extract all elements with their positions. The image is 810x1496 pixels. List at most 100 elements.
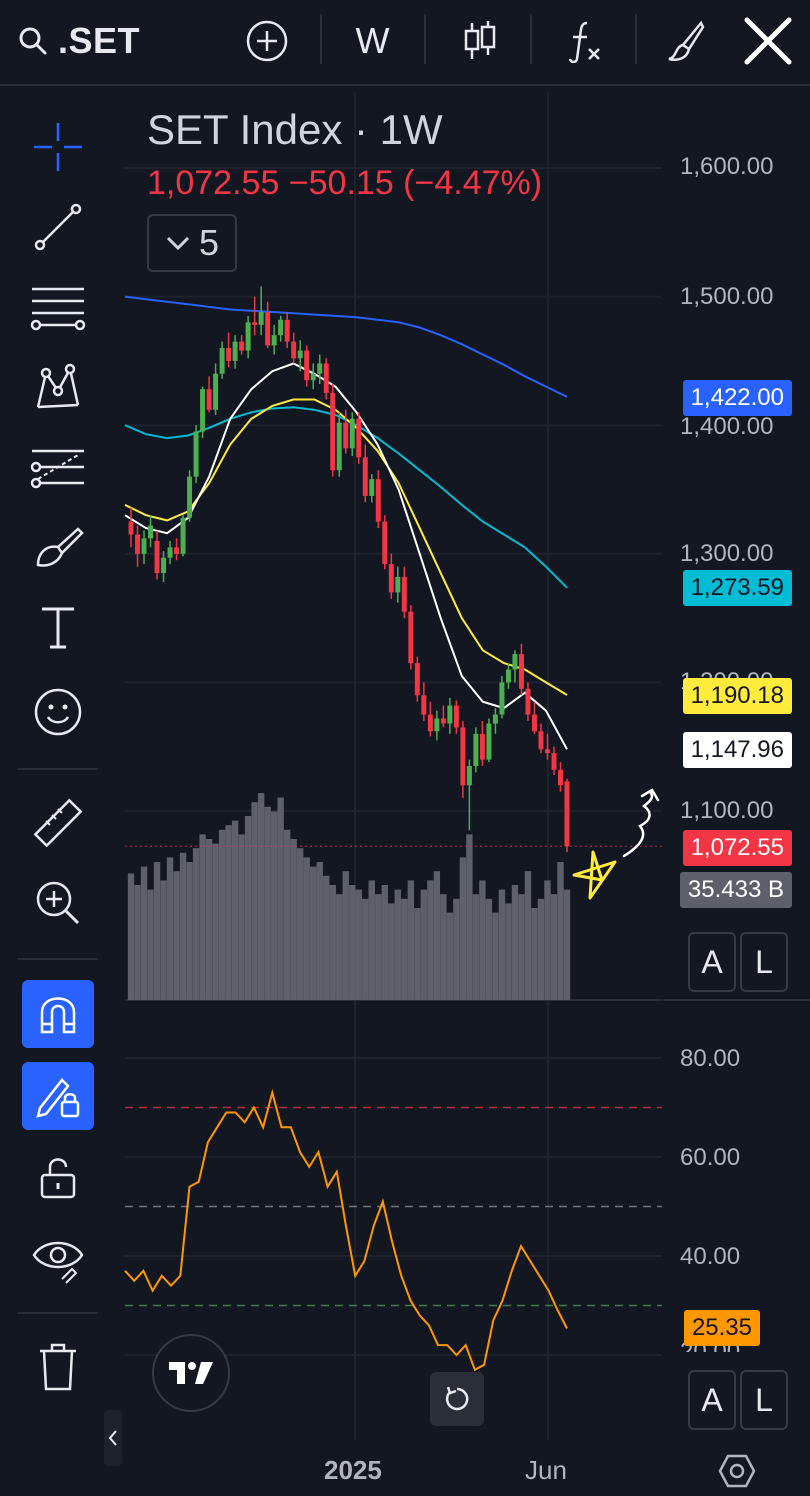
arrow-head-annotation — [640, 788, 660, 802]
candle-body — [362, 457, 368, 496]
close-icon — [744, 17, 792, 65]
drawing-toolbar — [0, 92, 122, 1496]
volume-bar — [414, 908, 421, 1000]
trash-icon — [40, 1343, 76, 1391]
volume-bar — [355, 889, 362, 1000]
indicators-collapse-button[interactable]: 5 — [147, 214, 237, 272]
candle-body — [369, 479, 375, 496]
indicators-button[interactable] — [560, 0, 610, 82]
candle-body — [317, 363, 323, 374]
candle-body — [310, 373, 316, 381]
auto-scale-button[interactable]: A — [688, 932, 736, 992]
zoom-in-tool[interactable] — [22, 868, 94, 938]
reset-chart-button[interactable] — [430, 1372, 484, 1426]
ma-white-line — [124, 362, 568, 750]
close-button[interactable] — [738, 0, 798, 82]
candle-body — [297, 350, 303, 359]
price-tick: 1,300.00 — [680, 540, 774, 567]
add-compare-button[interactable] — [242, 0, 292, 82]
toolbar-divider — [18, 958, 98, 960]
tradingview-logo[interactable] — [152, 1334, 230, 1412]
volume-bar — [557, 862, 564, 1000]
candle-body — [382, 521, 388, 565]
magnet-icon — [40, 997, 76, 1034]
visibility-button[interactable] — [22, 1222, 94, 1292]
volume-bar — [342, 871, 349, 1000]
candle-body — [330, 393, 336, 471]
candle-body — [304, 350, 310, 381]
log-scale-button[interactable]: L — [740, 932, 788, 992]
volume-bar — [485, 898, 493, 1000]
lock-drawing-icon — [36, 1078, 80, 1118]
emoji-tool[interactable] — [22, 677, 94, 747]
ruler-tool[interactable] — [22, 788, 94, 858]
volume-bar — [518, 894, 525, 1000]
candle-body — [512, 654, 518, 670]
candle-body — [265, 312, 271, 346]
chart-type-button[interactable] — [455, 0, 505, 82]
volume-bar — [218, 829, 226, 1000]
interval-button[interactable]: W — [345, 0, 400, 82]
volume-bar — [270, 811, 278, 1000]
text-icon — [42, 607, 74, 649]
volume-bar — [375, 894, 382, 1000]
top-toolbar: .SET W — [0, 0, 810, 86]
volume-bar — [544, 880, 551, 1000]
volume-bar — [283, 829, 291, 1000]
volume-bar — [257, 793, 265, 1000]
candle-body — [551, 753, 557, 770]
magnet-mode-button[interactable] — [22, 980, 94, 1048]
chart-settings-button[interactable] — [718, 1452, 756, 1495]
ma-cyan-label: 1,273.59 — [682, 570, 792, 606]
volume-bar — [427, 880, 434, 1000]
brush-tool[interactable] — [22, 512, 94, 582]
candle-body — [479, 733, 485, 760]
crosshair-tool[interactable] — [22, 112, 94, 182]
candle-body — [167, 547, 173, 558]
drawing-brush-button[interactable] — [660, 0, 710, 82]
volume-bar — [336, 894, 343, 1000]
candle-body — [525, 688, 531, 715]
pattern-tool[interactable] — [22, 352, 94, 422]
volume-bar — [296, 848, 304, 1000]
chart-title: SET Index · 1W — [147, 106, 443, 153]
toolbar-divider — [320, 14, 322, 64]
candle-body — [460, 727, 466, 786]
candle-body — [226, 348, 232, 361]
lock-drawings-button[interactable] — [22, 1062, 94, 1130]
candle-body — [473, 733, 479, 766]
trend-line-tool[interactable] — [22, 192, 94, 262]
toolbar-divider — [18, 1312, 98, 1314]
candle-body — [174, 547, 180, 554]
price-change: 1,072.55 −50.15 (−4.47%) — [147, 164, 543, 202]
candle-body — [219, 348, 225, 374]
candle-body — [284, 319, 290, 342]
unlock-button[interactable] — [22, 1142, 94, 1212]
rsi-log-scale-button[interactable]: L — [740, 1370, 788, 1430]
delete-button[interactable] — [22, 1332, 94, 1402]
volume-bar — [329, 885, 336, 1000]
projection-tool[interactable] — [22, 432, 94, 502]
toolbar-divider — [635, 14, 637, 64]
text-tool[interactable] — [22, 592, 94, 662]
symbol-search[interactable]: .SET — [18, 0, 140, 82]
volume-bar — [440, 894, 447, 1000]
toolbar-divider — [424, 14, 426, 64]
arrow-annotation — [622, 790, 654, 858]
eye-icon — [32, 1241, 84, 1284]
candle-body — [154, 540, 160, 574]
symbol-name: .SET — [58, 20, 141, 61]
volume-bar — [420, 889, 428, 1000]
candle-body — [252, 322, 258, 325]
rsi-auto-scale-button[interactable]: A — [688, 1370, 736, 1430]
reset-icon — [445, 1386, 469, 1411]
volume-bar — [550, 894, 558, 1000]
collapse-toolbar-button[interactable] — [104, 1410, 122, 1466]
volume-bar — [349, 885, 356, 1000]
moving-averages — [124, 295, 568, 750]
emoji-icon — [34, 688, 82, 736]
candle-body — [356, 418, 362, 458]
trend-line-icon — [34, 203, 82, 251]
fib-lines-tool[interactable] — [22, 272, 94, 342]
candle-body — [447, 705, 453, 724]
